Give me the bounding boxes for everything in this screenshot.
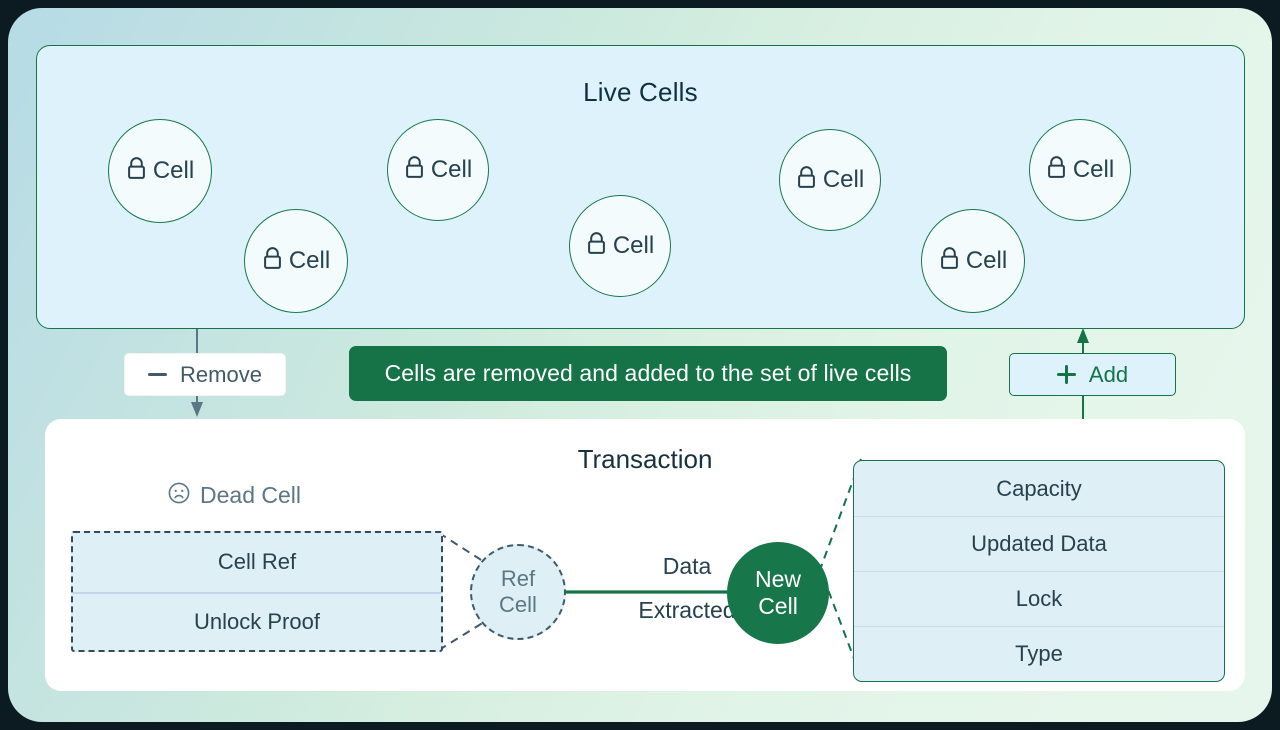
- lock-icon: [1046, 155, 1067, 185]
- ref-cell-line1: Ref: [500, 566, 536, 592]
- minus-icon: [148, 373, 168, 376]
- live-cell-bubble[interactable]: Cell: [1029, 119, 1131, 221]
- live-cell-bubble[interactable]: Cell: [569, 195, 671, 297]
- lock-icon: [262, 246, 283, 276]
- ref-cell-line2: Cell: [499, 592, 537, 617]
- live-cell-label: Cell: [822, 166, 865, 193]
- new-cell-fields-table: Capacity Updated Data Lock Type: [853, 460, 1225, 682]
- live-cell-bubble[interactable]: Cell: [108, 119, 212, 223]
- new-cell-line1: New: [754, 566, 801, 593]
- field-row-type: Type: [854, 626, 1224, 681]
- lock-icon: [404, 155, 425, 185]
- new-cell-line2: Cell: [758, 593, 798, 619]
- live-cell-label: Cell: [152, 157, 195, 184]
- cell-ref-row: Cell Ref: [217, 549, 297, 575]
- live-cells-title: Live Cells: [583, 77, 698, 107]
- lock-icon: [586, 231, 607, 261]
- live-cell-bubble[interactable]: Cell: [921, 209, 1025, 313]
- live-cell-bubble[interactable]: Cell: [244, 209, 348, 313]
- live-cell-label: Cell: [288, 247, 331, 274]
- plus-icon: [1056, 365, 1076, 384]
- field-row-lock: Lock: [854, 571, 1224, 626]
- unlock-proof-row: Unlock Proof: [73, 591, 441, 651]
- sad-face-icon: [167, 481, 191, 510]
- live-cell-label: Cell: [612, 232, 655, 259]
- flow-banner-label: Cells are removed and added to the set o…: [384, 360, 912, 386]
- remove-button-label: Remove: [180, 361, 262, 387]
- lock-icon: [126, 156, 147, 186]
- new-cell-node[interactable]: New Cell: [727, 542, 829, 644]
- field-row-capacity: Capacity: [996, 475, 1082, 501]
- live-cell-bubble[interactable]: Cell: [779, 129, 881, 231]
- add-button-label: Add: [1088, 361, 1129, 387]
- live-cell-label: Cell: [430, 156, 473, 183]
- lock-icon: [796, 165, 817, 195]
- lock-icon: [939, 246, 960, 276]
- diagram-canvas: Live Cells Cell Cell Cell Cell Cell Cell…: [8, 8, 1272, 722]
- live-cells-panel: Live Cells Cell Cell Cell Cell Cell Cell…: [36, 45, 1245, 329]
- dead-cell-legend: Dead Cell: [167, 481, 301, 510]
- flow-banner: Cells are removed and added to the set o…: [349, 346, 947, 401]
- live-cell-label: Cell: [1072, 156, 1115, 183]
- add-button[interactable]: Add: [1009, 353, 1176, 396]
- screenshot-root: Live Cells Cell Cell Cell Cell Cell Cell…: [0, 0, 1280, 730]
- cell-ref-group[interactable]: Cell Ref Unlock Proof: [71, 531, 443, 652]
- transaction-panel: Transaction Dead Cell Cell Ref Unlock Pr…: [45, 419, 1245, 691]
- live-cell-bubble[interactable]: Cell: [387, 119, 489, 221]
- ref-cell-node[interactable]: Ref Cell: [470, 544, 566, 640]
- live-cell-label: Cell: [965, 247, 1008, 274]
- dead-cell-label: Dead Cell: [200, 482, 301, 508]
- remove-button[interactable]: Remove: [124, 353, 286, 396]
- field-row-updated-data: Updated Data: [854, 516, 1224, 571]
